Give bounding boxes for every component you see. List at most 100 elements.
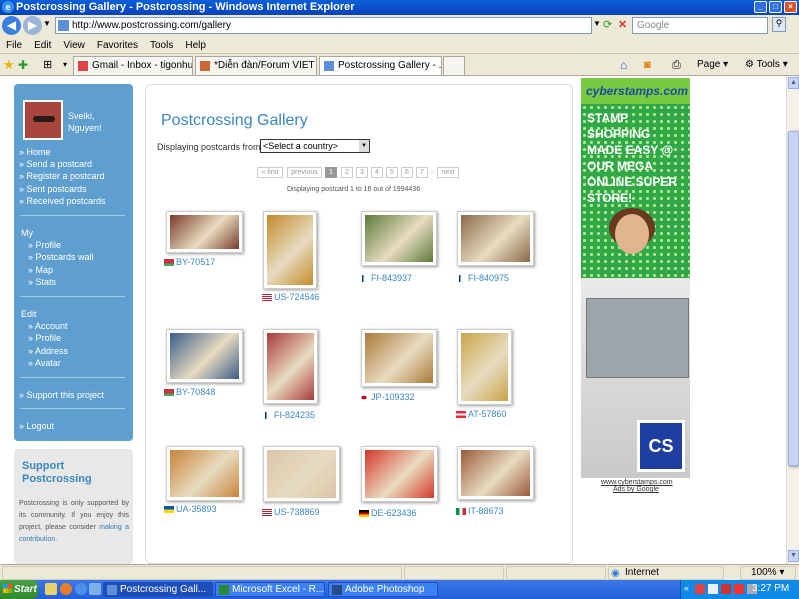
- sidebar-item-stats[interactable]: » Stats: [28, 276, 56, 288]
- sidebar-item-register[interactable]: » Register a postcard: [19, 170, 105, 182]
- menu-help[interactable]: Help: [179, 37, 212, 54]
- postcard-thumbnail[interactable]: [166, 446, 243, 501]
- zoom-control[interactable]: 100% ▾: [740, 566, 796, 580]
- home-icon[interactable]: ⌂: [620, 57, 627, 73]
- sidebar-item-edit-profile[interactable]: » Profile: [28, 332, 61, 344]
- postcard-thumbnail[interactable]: [361, 446, 438, 502]
- quicklaunch-firefox-icon[interactable]: [60, 583, 72, 595]
- scroll-down-icon[interactable]: ▼: [788, 550, 799, 562]
- tray-icon[interactable]: [708, 584, 718, 594]
- quicklaunch-desktop-icon[interactable]: [89, 583, 101, 595]
- refresh-icon[interactable]: ⟳: [603, 18, 615, 31]
- pagination-page-6[interactable]: 6: [401, 167, 413, 178]
- menu-edit[interactable]: Edit: [28, 37, 57, 54]
- favorites-star-icon[interactable]: ★: [3, 57, 15, 73]
- sidebar-item-send[interactable]: » Send a postcard: [19, 158, 92, 170]
- postcard-thumbnail[interactable]: [457, 329, 512, 405]
- add-favorites-icon[interactable]: ✚: [18, 57, 28, 73]
- pagination-page-2[interactable]: 2: [341, 167, 353, 178]
- postcard-id-link[interactable]: BY-70517: [164, 257, 215, 267]
- postcard-thumbnail[interactable]: [457, 211, 534, 266]
- sidebar-item-my-profile[interactable]: » Profile: [28, 239, 61, 251]
- sidebar-item-sent[interactable]: » Sent postcards: [19, 183, 87, 195]
- tray-icon[interactable]: [734, 584, 744, 594]
- postcard-thumbnail[interactable]: [263, 211, 317, 289]
- postcard-thumbnail[interactable]: [166, 329, 243, 383]
- print-icon[interactable]: ⎙: [672, 57, 681, 73]
- sidebar-item-postcards-wall[interactable]: » Postcards wall: [28, 251, 94, 263]
- tools-menu[interactable]: ⚙ Tools ▾: [745, 57, 788, 73]
- postcard-id-link[interactable]: DE-623436: [359, 508, 417, 518]
- stop-icon[interactable]: ✕: [618, 18, 630, 31]
- ads-by-google-link[interactable]: Ads by Google: [613, 486, 659, 493]
- pagination-page-5[interactable]: 5: [386, 167, 398, 178]
- sidebar-item-logout[interactable]: » Logout: [19, 420, 54, 432]
- search-icon[interactable]: ⚲: [772, 17, 786, 32]
- postcard-id-link[interactable]: US-738869: [262, 507, 320, 517]
- vertical-scrollbar[interactable]: ▲ ▼: [786, 76, 799, 564]
- menu-favorites[interactable]: Favorites: [91, 37, 144, 54]
- close-button[interactable]: ×: [784, 1, 797, 13]
- taskbar-task-photoshop[interactable]: Adobe Photoshop: [328, 582, 438, 597]
- ad-url-link[interactable]: www.cyberstamps.com: [601, 479, 673, 486]
- taskbar-task-excel[interactable]: Microsoft Excel - R...: [215, 582, 325, 597]
- postcard-id-link[interactable]: FI-843937: [359, 273, 412, 283]
- pagination-previous[interactable]: previous: [287, 167, 322, 178]
- quick-tabs-icon[interactable]: ⊞: [43, 57, 52, 73]
- postcard-id-link[interactable]: BY-70848: [164, 387, 215, 397]
- sidebar-item-received[interactable]: » Received postcards: [19, 195, 106, 207]
- postcard-id-link[interactable]: US-724546: [262, 292, 320, 302]
- tray-expand-icon[interactable]: «: [684, 583, 689, 593]
- postcard-id-link[interactable]: FI-824235: [262, 410, 315, 420]
- avatar[interactable]: [23, 100, 63, 140]
- url-input[interactable]: http://www.postcrossing.com/gallery: [55, 17, 592, 34]
- pagination-page-3[interactable]: 3: [356, 167, 368, 178]
- feeds-icon[interactable]: ◙: [644, 57, 651, 73]
- postcard-id-link[interactable]: IT-88673: [456, 506, 504, 516]
- pagination-page-4[interactable]: 4: [371, 167, 383, 178]
- postcard-thumbnail[interactable]: [263, 329, 318, 404]
- postcard-thumbnail[interactable]: [361, 211, 437, 266]
- sidebar-item-map[interactable]: » Map: [28, 264, 53, 276]
- postcard-id-link[interactable]: UA-35893: [164, 504, 217, 514]
- country-select[interactable]: <Select a country> ▼: [260, 139, 370, 153]
- postcard-thumbnail[interactable]: [263, 446, 340, 502]
- quicklaunch-ie-icon[interactable]: [75, 583, 87, 595]
- taskbar-task-postcrossing[interactable]: Postcrossing Gall...: [103, 582, 213, 597]
- new-tab-button[interactable]: [443, 56, 465, 75]
- postcard-id-link[interactable]: AT-57860: [456, 409, 506, 419]
- address-dropdown-icon[interactable]: ▼: [593, 19, 601, 28]
- tab-list-icon[interactable]: ▾: [63, 57, 67, 73]
- maximize-button[interactable]: □: [769, 1, 782, 13]
- sidebar-item-avatar[interactable]: » Avatar: [28, 357, 61, 369]
- pagination-page-7[interactable]: 7: [416, 167, 428, 178]
- back-icon[interactable]: ◀: [2, 16, 21, 35]
- postcard-thumbnail[interactable]: [457, 446, 534, 500]
- postcard-id-link[interactable]: FI-840975: [456, 273, 509, 283]
- tray-icon[interactable]: [721, 584, 731, 594]
- sidebar-item-address[interactable]: » Address: [28, 345, 68, 357]
- tab-postcrossing[interactable]: Postcrossing Gallery - ...: [319, 56, 442, 75]
- page-menu[interactable]: Page ▾: [697, 57, 728, 73]
- pagination-first[interactable]: « first: [257, 167, 283, 178]
- quicklaunch-notepad-icon[interactable]: [45, 583, 57, 595]
- history-dropdown-icon[interactable]: ▼: [43, 19, 51, 28]
- tab-gmail[interactable]: Gmail - Inbox - tigonhueh...: [73, 56, 193, 75]
- postcard-thumbnail[interactable]: [361, 329, 437, 387]
- forward-icon[interactable]: ▶: [23, 16, 42, 35]
- ad-banner[interactable]: cyberstamps.com STAMP SHOPPING MADE EASY…: [581, 78, 690, 478]
- tray-icon[interactable]: [695, 584, 705, 594]
- minimize-button[interactable]: _: [754, 1, 767, 13]
- sidebar-item-support[interactable]: » Support this project: [19, 389, 104, 401]
- menu-view[interactable]: View: [57, 37, 91, 54]
- search-input[interactable]: Google: [632, 17, 768, 34]
- sidebar-item-account[interactable]: » Account: [28, 320, 68, 332]
- tab-forum[interactable]: *Diễn đàn/Forum VIET S...: [195, 56, 317, 75]
- sidebar-item-home[interactable]: » Home: [19, 146, 51, 158]
- pagination-next[interactable]: next: [437, 167, 459, 178]
- menu-tools[interactable]: Tools: [144, 37, 179, 54]
- menu-file[interactable]: File: [0, 37, 28, 54]
- postcard-thumbnail[interactable]: [166, 211, 243, 253]
- pagination-page-1[interactable]: 1: [325, 167, 337, 178]
- scroll-thumb[interactable]: [788, 131, 799, 466]
